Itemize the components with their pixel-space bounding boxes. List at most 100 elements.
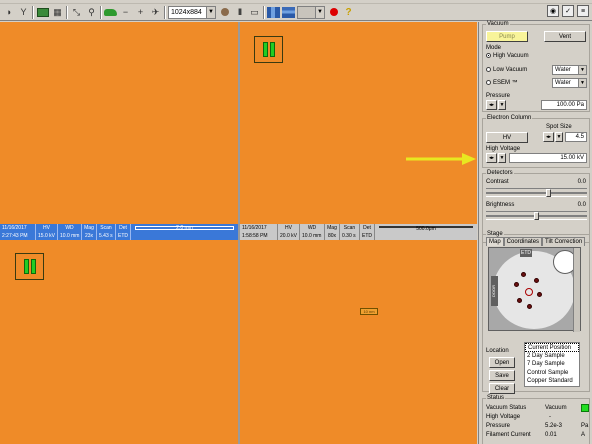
help-button[interactable]: ? xyxy=(342,6,355,19)
databar-scan-value: 5.43 s xyxy=(99,233,113,239)
pressure-input[interactable]: 100.00 Pa xyxy=(541,100,587,110)
databar-date: 11/16/2017 xyxy=(2,225,27,231)
stage-move-icon[interactable] xyxy=(104,6,117,19)
resolution-select[interactable]: 1024x884 ▼ xyxy=(168,5,216,19)
image-quadrant-1[interactable] xyxy=(0,22,238,224)
contrast-slider-thumb[interactable] xyxy=(545,189,551,197)
databar-hv-label: HV xyxy=(285,225,292,231)
left-right-arrows-icon[interactable]: ◂▸ xyxy=(486,100,497,110)
chevron-down-icon[interactable]: ▼ xyxy=(498,153,506,163)
contrast-slider[interactable] xyxy=(486,188,587,197)
high-voltage-label: High Voltage xyxy=(486,146,521,152)
low-vacuum-gas-select[interactable]: Water ▼ xyxy=(552,65,587,75)
esem-gas-select[interactable]: Water ▼ xyxy=(552,78,587,88)
pump-button[interactable]: Pump xyxy=(486,31,528,42)
pressure-label: Pressure xyxy=(486,93,511,99)
sample-stub[interactable] xyxy=(514,282,519,287)
beam-shift-icon[interactable]: ⤡ xyxy=(70,6,83,19)
magnifier-icon[interactable]: ⚲ xyxy=(85,6,98,19)
chevron-down-icon: ▼ xyxy=(578,66,586,74)
image-quadrant-2[interactable] xyxy=(240,22,477,224)
list-item[interactable]: Current Position xyxy=(525,343,579,352)
zoom-out-button[interactable]: − xyxy=(119,6,132,19)
databar-det-value: ETD xyxy=(362,233,372,239)
toolbar-separator xyxy=(164,5,166,19)
globe-icon[interactable]: ◉ xyxy=(547,5,559,17)
stage-map-scrollbar[interactable] xyxy=(573,248,580,332)
spot-size-input[interactable]: 4.5 xyxy=(565,132,587,142)
image-quadrant-4[interactable] xyxy=(240,240,477,444)
status-group: Status Vacuum Status Vacuum High Voltage… xyxy=(482,395,590,444)
hv-button[interactable]: HV xyxy=(486,132,528,143)
save-button[interactable]: Save xyxy=(489,370,515,381)
esem-radio[interactable]: ESEM ™ xyxy=(486,80,518,86)
list-item[interactable]: Copper Standard xyxy=(525,377,579,386)
contrast-label: Contrast xyxy=(486,179,509,185)
list-item[interactable]: 2 Day Sample xyxy=(525,352,579,361)
tab-tilt-correction[interactable]: Tilt Correction xyxy=(542,237,586,246)
detectors-title: Detectors xyxy=(486,170,514,176)
scan-icon[interactable] xyxy=(218,6,231,19)
databar-hv: HV 15.0 kV xyxy=(36,224,58,240)
databar-scan: Scan 5.43 s xyxy=(97,224,116,240)
paused-icon xyxy=(15,253,44,280)
databar-scan-value: 0.30 s xyxy=(342,233,356,239)
sample-stub[interactable] xyxy=(534,278,539,283)
sample-stub[interactable] xyxy=(537,292,542,297)
databar-det: Det ETD xyxy=(360,224,375,240)
databar-scan: Scan 0.30 s xyxy=(340,224,360,240)
chevron-down-icon[interactable]: ▼ xyxy=(555,132,563,142)
stage-tabs: Map Coordinates Tilt Correction xyxy=(486,237,586,246)
databar-wd-label: WD xyxy=(307,225,317,231)
sample-stub[interactable] xyxy=(527,304,532,309)
high-voltage-input[interactable]: 15.00 kV xyxy=(509,153,587,163)
navigation-icon[interactable]: ✈ xyxy=(149,6,162,19)
tab-map[interactable]: Map xyxy=(486,237,504,246)
single-view-icon[interactable] xyxy=(36,6,49,19)
databar-quadrant-4: 11/16/2017 1:58:58 PM HV 20.0 kV WD 10.0 mm… xyxy=(240,224,477,240)
scan-speed-slow-icon[interactable] xyxy=(267,6,280,19)
vacuum-title: Vacuum xyxy=(486,21,510,27)
chevron-down-icon[interactable]: ▼ xyxy=(498,100,506,110)
high-vacuum-radio[interactable]: High Vacuum xyxy=(486,53,529,59)
scan-speed-fast-icon[interactable] xyxy=(282,6,295,19)
databar-det: Det ETD xyxy=(116,224,131,240)
location-list[interactable]: Current Position 2 Day Sample 7 Day Samp… xyxy=(524,342,580,387)
contrast-icon[interactable]: ◑ xyxy=(2,6,15,19)
databar-wd: WD 10.0 mm xyxy=(58,224,82,240)
slider-track xyxy=(486,192,587,194)
brightness-slider[interactable] xyxy=(486,211,587,220)
list-item[interactable]: Control Sample xyxy=(525,369,579,378)
databar-hv-value: 20.0 kV xyxy=(280,233,297,239)
control-panel: Vacuum Pump Vent Mode High Vacuum Low Va… xyxy=(478,21,592,444)
radio-icon xyxy=(486,80,491,85)
quad-view-icon[interactable]: ▦ xyxy=(51,6,64,19)
sample-stub[interactable] xyxy=(521,272,526,277)
detector-icon[interactable]: Y xyxy=(17,6,30,19)
list-icon[interactable]: ≡ xyxy=(577,5,589,17)
electron-column-title: Electron Column xyxy=(486,115,533,121)
status-title: Status xyxy=(486,395,506,401)
contrast-value: 0.0 xyxy=(577,179,586,185)
low-vacuum-radio[interactable]: Low Vacuum xyxy=(486,67,527,73)
clear-button[interactable]: Clear xyxy=(489,383,515,394)
tab-coordinates[interactable]: Coordinates xyxy=(503,237,543,246)
brightness-slider-thumb[interactable] xyxy=(534,212,539,220)
list-item[interactable]: 7 Day Sample xyxy=(525,360,579,369)
databar-datetime: 11/16/2017 1:58:58 PM xyxy=(240,224,278,240)
left-right-arrows-icon[interactable]: ◂▸ xyxy=(486,153,497,163)
record-button[interactable] xyxy=(327,6,340,19)
open-button[interactable]: Open xyxy=(489,357,515,368)
pause-button[interactable]: II xyxy=(233,6,246,19)
sample-stub[interactable] xyxy=(517,298,522,303)
left-right-arrows-icon[interactable]: ◂▸ xyxy=(543,132,554,142)
snapshot-icon[interactable]: ▭ xyxy=(248,6,261,19)
status-check-icon[interactable]: ✓ xyxy=(562,5,574,17)
filter-select[interactable]: ▼ xyxy=(297,5,325,19)
pressure-status-unit: Pa xyxy=(581,423,589,429)
databar-hv: HV 20.0 kV xyxy=(278,224,300,240)
zoom-in-button[interactable]: + xyxy=(134,6,147,19)
vent-button[interactable]: Vent xyxy=(544,31,586,42)
image-quadrant-3[interactable] xyxy=(0,240,238,444)
stage-map[interactable]: ETD DOOR xyxy=(488,247,581,332)
